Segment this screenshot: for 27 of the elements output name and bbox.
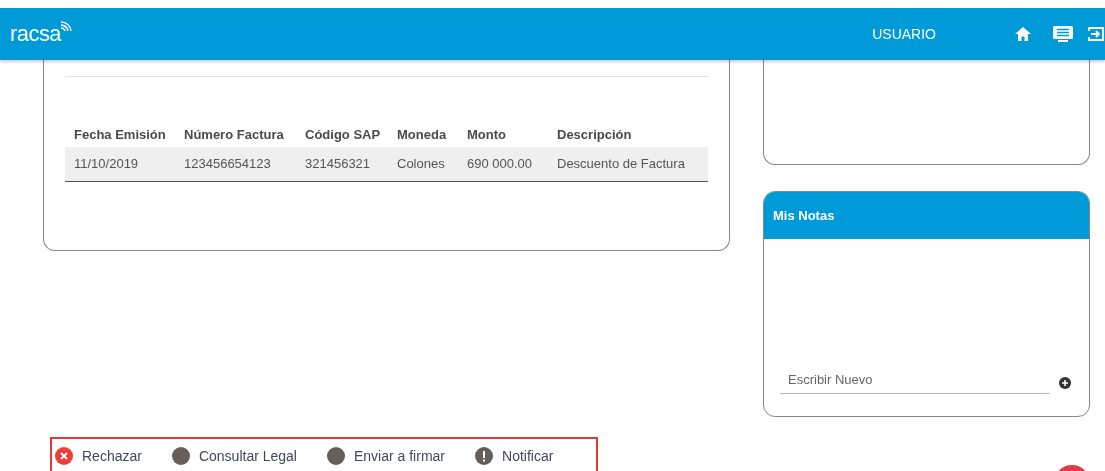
table-cell-text: Descuento de Factura bbox=[557, 155, 686, 174]
action-button[interactable]: Enviar a firmar bbox=[327, 445, 445, 467]
logout-icon[interactable] bbox=[1088, 26, 1104, 42]
circle-icon bbox=[171, 447, 190, 465]
table-cell-text: 11/10/2019 bbox=[74, 155, 140, 174]
notes-title: Mis Notas bbox=[773, 206, 835, 225]
action-button[interactable]: Notificar bbox=[475, 445, 554, 467]
table-cell-text: 690 000.00 bbox=[467, 155, 534, 174]
add-icon[interactable] bbox=[1059, 377, 1071, 389]
column-header: Fecha Emisión bbox=[74, 126, 167, 145]
table-cell-text: Colones bbox=[397, 155, 446, 174]
exclamation-icon bbox=[475, 447, 493, 465]
circle-icon bbox=[327, 447, 345, 465]
column-header: Moneda bbox=[397, 126, 448, 145]
action-button[interactable]: Consultar Legal bbox=[171, 445, 297, 467]
table-cell-text: 123456654123 bbox=[184, 155, 272, 174]
action-button[interactable]: Rechazar bbox=[55, 445, 142, 467]
list-icon[interactable] bbox=[1052, 25, 1074, 43]
close-icon bbox=[55, 447, 73, 465]
column-header: Número Factura bbox=[184, 126, 285, 145]
column-header: Monto bbox=[467, 126, 507, 145]
home-icon[interactable] bbox=[1014, 26, 1032, 42]
note-input[interactable]: Escribir Nuevo bbox=[780, 369, 1050, 394]
column-header: Código SAP bbox=[305, 126, 382, 145]
signal-icon bbox=[60, 20, 73, 32]
column-header: Descripción bbox=[557, 126, 633, 145]
table-cell-text: 321456321 bbox=[305, 155, 372, 174]
